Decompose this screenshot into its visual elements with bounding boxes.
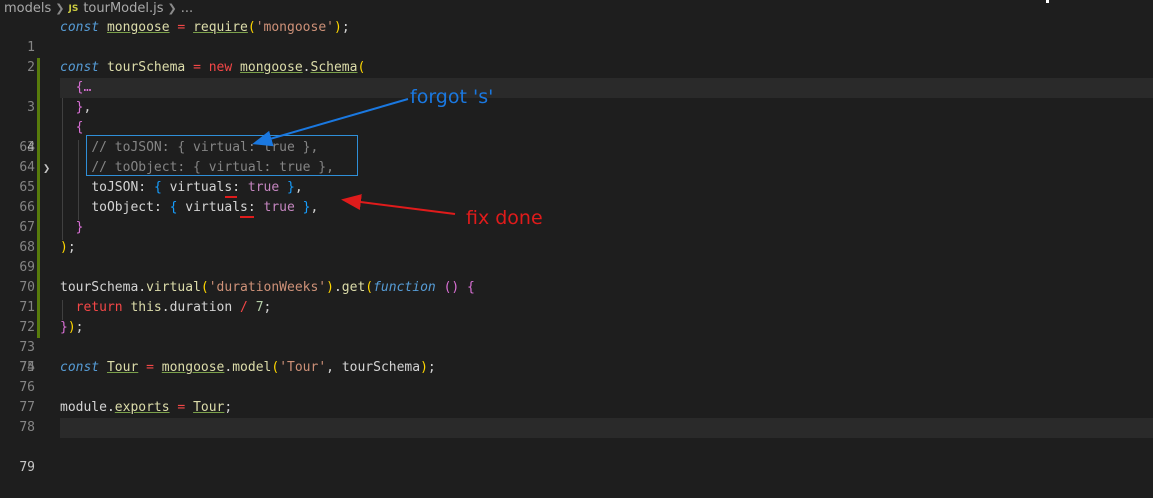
code-editor[interactable]: 1 const mongoose = require('mongoose'); … (0, 18, 1153, 494)
annotation-forgot: forgot 's' (410, 86, 494, 108)
minimap-marker (1046, 0, 1049, 3)
forgot-arrow (252, 98, 409, 147)
annotation-arrows (225, 98, 456, 218)
fix-arrow (341, 194, 456, 215)
annotation-fix: fix done (466, 207, 543, 229)
chevron-right-icon: ❯ (55, 2, 65, 15)
breadcrumb-folder[interactable]: models (0, 1, 51, 16)
breadcrumb: models ❯ JS tourModel.js ❯ ... (0, 0, 1153, 17)
breadcrumb-symbol[interactable]: ... (181, 1, 193, 16)
chevron-right-icon: ❯ (167, 2, 177, 15)
breadcrumb-file[interactable]: tourModel.js (83, 1, 163, 16)
js-file-icon: JS (68, 3, 79, 14)
